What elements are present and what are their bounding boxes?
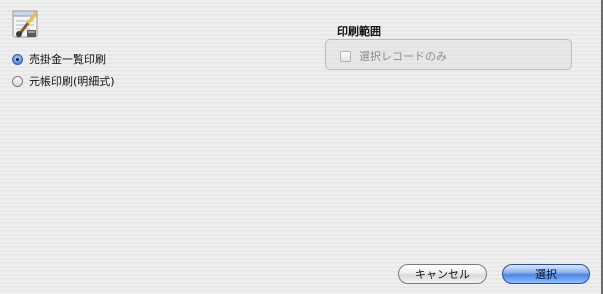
cancel-button[interactable]: キャンセル [398, 264, 487, 284]
radio-option-summary-print[interactable]: 売掛金一覧印刷 [12, 51, 106, 67]
selected-records-only-option: 選択レコードのみ [340, 48, 447, 64]
paintbrush-icon [10, 8, 42, 40]
radio-button[interactable] [12, 75, 23, 87]
print-range-title: 印刷範囲 [337, 25, 381, 38]
print-range-group: 選択レコードのみ [325, 39, 572, 70]
checkbox-label: 選択レコードのみ [359, 50, 447, 63]
radio-option-ledger-print[interactable]: 元帳印刷(明細式) [12, 73, 115, 89]
radio-label: 元帳印刷(明細式) [29, 75, 115, 88]
radio-label: 売掛金一覧印刷 [29, 53, 106, 66]
selected-records-only-checkbox [340, 50, 351, 62]
radio-button-selected[interactable] [12, 53, 23, 65]
select-button[interactable]: 選択 [502, 264, 590, 284]
